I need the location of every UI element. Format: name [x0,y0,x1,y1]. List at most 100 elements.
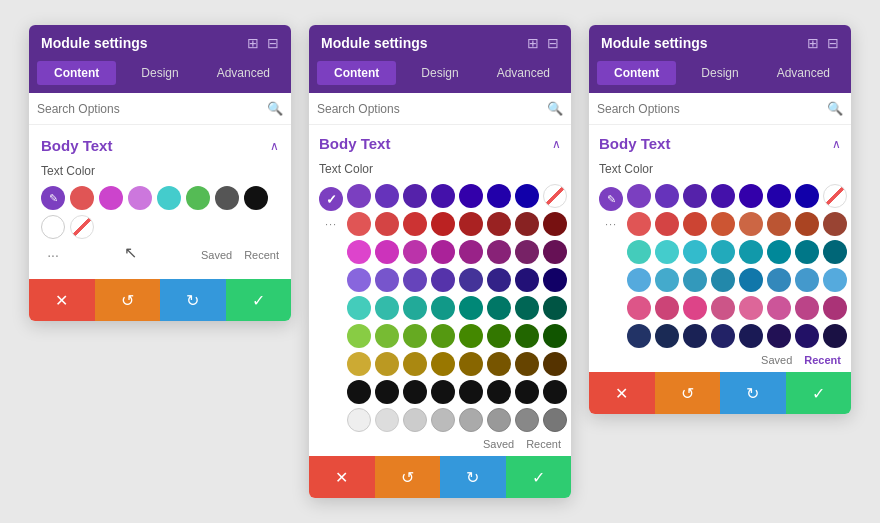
cs3-t8[interactable] [823,240,847,264]
dots-menu-1[interactable]: ··· [41,243,65,267]
cancel-btn-3[interactable]: ✕ [589,372,655,414]
cs3-lb8[interactable] [823,268,847,292]
cs-m4[interactable] [431,240,455,264]
cs-m8[interactable] [543,240,567,264]
cs3-pk3[interactable] [683,296,707,320]
saved-tab-2[interactable]: Saved [483,438,514,450]
cs-v7[interactable] [515,268,539,292]
cs-m2[interactable] [375,240,399,264]
cs3-t3[interactable] [683,240,707,264]
color-swatch-black-1[interactable] [244,186,268,210]
cs-r6[interactable] [487,212,511,236]
cs-p1[interactable] [347,184,371,208]
search-input-3[interactable] [597,102,827,116]
color-swatch-green-1[interactable] [186,186,210,210]
cs-t5[interactable] [459,296,483,320]
cs-p4[interactable] [431,184,455,208]
saved-tab-1[interactable]: Saved [201,249,232,261]
undo-btn-1[interactable]: ↺ [95,279,161,321]
cs3-db1[interactable] [627,324,651,348]
tab-content-1[interactable]: Content [37,61,116,85]
color-swatch-dark-1[interactable] [215,186,239,210]
redo-btn-1[interactable]: ↻ [160,279,226,321]
cs-m1[interactable] [347,240,371,264]
cs3-db3[interactable] [683,324,707,348]
redo-btn-2[interactable]: ↻ [440,456,506,498]
tab-content-2[interactable]: Content [317,61,396,85]
cs-p7[interactable] [515,184,539,208]
cs-y1[interactable] [347,352,371,376]
cs-w1[interactable] [347,408,371,432]
cs3-pk6[interactable] [767,296,791,320]
search-input-1[interactable] [37,102,267,116]
cs-t2[interactable] [375,296,399,320]
cs3-p1[interactable] [627,184,651,208]
cs3-r7[interactable] [795,212,819,236]
color-swatch-none-1[interactable] [70,215,94,239]
cs-t6[interactable] [487,296,511,320]
cs3-r1[interactable] [627,212,651,236]
settings-icon-2[interactable]: ⊞ [527,35,539,51]
cs3-r3[interactable] [683,212,707,236]
cs3-t1[interactable] [627,240,651,264]
cs3-db7[interactable] [795,324,819,348]
cs-p2[interactable] [375,184,399,208]
cs-g5[interactable] [459,324,483,348]
cs3-lb2[interactable] [655,268,679,292]
cs-t7[interactable] [515,296,539,320]
undo-btn-2[interactable]: ↺ [375,456,441,498]
cs3-p7[interactable] [795,184,819,208]
cs-r4[interactable] [431,212,455,236]
cs-p5[interactable] [459,184,483,208]
cs-v5[interactable] [459,268,483,292]
cs-y5[interactable] [459,352,483,376]
cs-m7[interactable] [515,240,539,264]
cs3-r5[interactable] [739,212,763,236]
confirm-btn-2[interactable]: ✓ [506,456,572,498]
cs3-t2[interactable] [655,240,679,264]
cs3-p4[interactable] [711,184,735,208]
search-input-2[interactable] [317,102,547,116]
cs-m5[interactable] [459,240,483,264]
cs-r5[interactable] [459,212,483,236]
cs3-p2[interactable] [655,184,679,208]
cs3-pk2[interactable] [655,296,679,320]
cs3-db8[interactable] [823,324,847,348]
recent-tab-3[interactable]: Recent [804,354,841,366]
color-swatch-pencil-1[interactable]: ✎ [41,186,65,210]
cs3-t4[interactable] [711,240,735,264]
settings-icon-1[interactable]: ⊞ [247,35,259,51]
cs3-t5[interactable] [739,240,763,264]
cs3-t6[interactable] [767,240,791,264]
color-swatch-red-1[interactable] [70,186,94,210]
cs-r8[interactable] [543,212,567,236]
cs-g8[interactable] [543,324,567,348]
color-swatch-violet-1[interactable] [128,186,152,210]
cancel-btn-2[interactable]: ✕ [309,456,375,498]
cs-w6[interactable] [487,408,511,432]
cs-r1[interactable] [347,212,371,236]
cs-p3[interactable] [403,184,427,208]
cs3-lb4[interactable] [711,268,735,292]
cs-y2[interactable] [375,352,399,376]
redo-btn-3[interactable]: ↻ [720,372,786,414]
cs-v2[interactable] [375,268,399,292]
cs3-t7[interactable] [795,240,819,264]
cs-y3[interactable] [403,352,427,376]
cs-b2[interactable] [375,380,399,404]
collapse-icon-3[interactable]: ⊟ [827,35,839,51]
cs-g1[interactable] [347,324,371,348]
cs-w8[interactable] [543,408,567,432]
cs-t4[interactable] [431,296,455,320]
cs3-db2[interactable] [655,324,679,348]
cs-y7[interactable] [515,352,539,376]
cs-w2[interactable] [375,408,399,432]
section-collapse-1[interactable]: ∧ [270,139,279,153]
cs-t3[interactable] [403,296,427,320]
cs-r7[interactable] [515,212,539,236]
cs-w3[interactable] [403,408,427,432]
cs-m6[interactable] [487,240,511,264]
cs3-db5[interactable] [739,324,763,348]
section-collapse-2[interactable]: ∧ [552,137,561,151]
cs-b8[interactable] [543,380,567,404]
